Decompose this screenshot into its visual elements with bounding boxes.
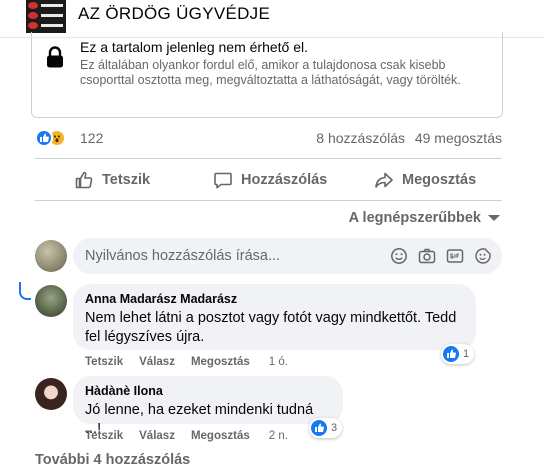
comment-reaction-badge[interactable]: 3 <box>309 418 343 438</box>
unavailable-title: Ez a tartalom jelenleg nem érhető el. <box>80 39 309 55</box>
comment-like-link[interactable]: Tetszik <box>85 356 123 368</box>
comment-like-link[interactable]: Tetszik <box>85 430 123 442</box>
comment-reply-link[interactable]: Válasz <box>139 430 175 442</box>
page-title[interactable]: AZ ÖRDÖG ÜGYVÉDJE <box>78 4 270 24</box>
comment-input[interactable]: Nyilvános hozzászólás írása... <box>73 238 502 274</box>
comment-author[interactable]: Anna Madarász Madarász <box>85 292 464 307</box>
comment-author[interactable]: Hàdànè Ilona <box>85 384 331 399</box>
lock-icon <box>47 46 63 68</box>
like-icon[interactable] <box>35 129 53 147</box>
divider <box>35 200 502 201</box>
divider <box>35 158 502 159</box>
comment-reply-link[interactable]: Válasz <box>139 356 175 368</box>
post-stats: 122 8 hozzászólás 49 megosztás <box>35 128 502 150</box>
unavailable-content-notice: Ez a tartalom jelenleg nem érhető el. Ez… <box>31 32 503 118</box>
comment-share-link[interactable]: Megosztás <box>191 356 250 368</box>
comment-reaction-badge[interactable]: 1 <box>441 344 475 364</box>
comment-button[interactable]: Hozzászólás <box>213 163 327 197</box>
comment-sort-dropdown[interactable]: A legnépszerűbbek <box>349 210 500 226</box>
comment-placeholder: Nyilvános hozzászólás írása... <box>85 248 281 264</box>
sort-label: A legnépszerűbbek <box>348 210 481 226</box>
comment-bubble: Hàdànè Ilona Jó lenne, ha ezeket mindenk… <box>73 376 343 437</box>
thumbs-up-icon <box>75 171 93 189</box>
current-user-avatar[interactable] <box>35 240 67 272</box>
comment-timestamp[interactable]: 1 ó. <box>269 356 288 368</box>
comment-actions: Tetszik Válasz Megosztás 1 ó. <box>85 356 304 368</box>
comment-reaction-count: 1 <box>463 348 470 360</box>
like-button[interactable]: Tetszik <box>74 163 150 197</box>
page-avatar[interactable] <box>26 0 66 33</box>
comment-label: Hozzászólás <box>241 172 328 188</box>
share-count[interactable]: 49 megosztás <box>415 130 502 146</box>
caret-down-icon <box>488 215 500 221</box>
like-label: Tetszik <box>102 172 151 188</box>
share-icon <box>375 172 393 188</box>
comment-actions: Tetszik Válasz Megosztás 2 n. <box>85 430 304 442</box>
share-button[interactable]: Megosztás <box>374 163 476 197</box>
unavailable-description: Ez általában olyankor fordul elő, amikor… <box>80 58 461 87</box>
comment-reaction-count: 3 <box>331 422 338 434</box>
sticker-icon[interactable] <box>474 247 492 265</box>
thread-connector <box>19 282 31 300</box>
comment-text: Nem lehet látni a posztot vagy fotót vag… <box>85 310 457 345</box>
camera-icon[interactable] <box>418 247 436 265</box>
share-label: Megosztás <box>402 172 477 188</box>
more-comments-link[interactable]: További 4 hozzászólás <box>35 452 190 468</box>
avatar[interactable] <box>35 378 67 410</box>
comment-count[interactable]: 8 hozzászólás <box>316 130 405 146</box>
like-icon <box>311 420 327 436</box>
like-icon <box>443 346 459 362</box>
emoji-icon[interactable] <box>390 247 408 265</box>
avatar[interactable] <box>35 285 67 317</box>
comment-bubble: Anna Madarász Madarász Nem lehet látni a… <box>73 284 476 350</box>
reaction-count[interactable]: 122 <box>80 130 103 146</box>
comment-timestamp[interactable]: 2 n. <box>269 430 288 442</box>
comment-share-link[interactable]: Megosztás <box>191 430 250 442</box>
comment-icon <box>214 172 232 189</box>
gif-icon[interactable] <box>446 247 464 265</box>
